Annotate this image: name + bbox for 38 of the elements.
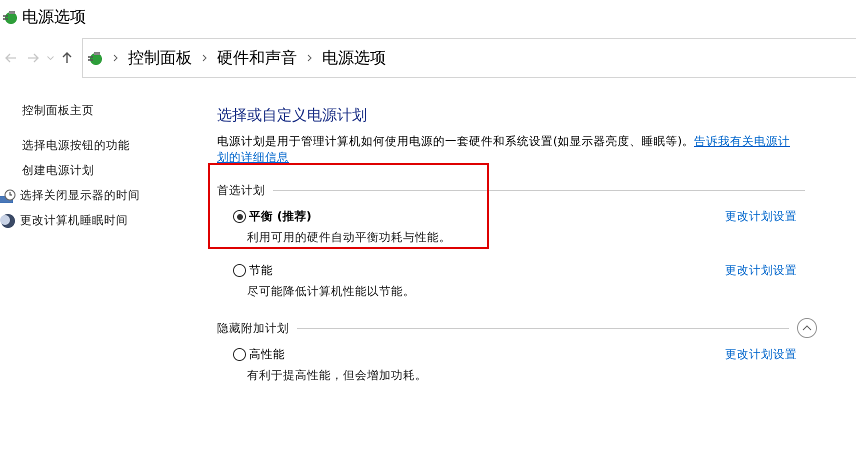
- chevron-icon: [202, 54, 207, 62]
- description-text: 电源计划是用于管理计算机如何使用电源的一套硬件和系统设置(如显示器亮度、睡眠等)。告诉我有关电源计 划的详细信息: [217, 133, 791, 165]
- breadcrumb-item[interactable]: 控制面板: [128, 48, 192, 68]
- plan-option[interactable]: 平衡 (推荐): [233, 209, 312, 224]
- radio-button[interactable]: [233, 348, 246, 361]
- sidebar-link[interactable]: 创建电源计划: [0, 158, 208, 183]
- breadcrumb-item[interactable]: 电源选项: [322, 48, 386, 68]
- chevron-icon: [307, 54, 312, 62]
- sidebar-link[interactable]: 选择电源按钮的功能: [0, 133, 208, 158]
- change-settings-link[interactable]: 更改计划设置: [725, 209, 797, 224]
- power-plug-icon: [2, 9, 18, 25]
- plan-description: 尽可能降低计算机性能以节能。: [246, 284, 416, 299]
- window-title: 电源选项: [22, 6, 86, 28]
- sidebar-link[interactable]: 选择关闭显示器的时间: [0, 183, 208, 208]
- plan-description: 有利于提高性能，但会增加功耗。: [246, 368, 428, 383]
- learn-more-link[interactable]: 划的详细信息: [217, 150, 289, 164]
- sidebar-link[interactable]: 更改计算机睡眠时间: [0, 208, 208, 233]
- plan-option[interactable]: 节能: [233, 263, 273, 278]
- chevron-icon: [113, 54, 118, 62]
- collapse-button[interactable]: [797, 318, 817, 338]
- power-plug-icon: [87, 50, 103, 66]
- breadcrumb-item[interactable]: 硬件和声音: [217, 48, 297, 68]
- learn-more-link[interactable]: 告诉我有关电源计: [694, 134, 790, 148]
- section-title: 首选计划: [217, 182, 265, 198]
- change-settings-link[interactable]: 更改计划设置: [725, 347, 797, 362]
- moon-icon: [0, 212, 16, 228]
- clock-monitor-icon: [0, 188, 16, 204]
- radio-button[interactable]: [233, 210, 246, 223]
- page-heading: 选择或自定义电源计划: [217, 105, 368, 125]
- plan-description: 利用可用的硬件自动平衡功耗与性能。: [246, 230, 452, 245]
- section-title: 隐藏附加计划: [217, 320, 289, 336]
- address-bar[interactable]: 控制面板 硬件和声音 电源选项: [82, 38, 856, 78]
- chevron-up-icon: [802, 325, 812, 331]
- up-arrow-icon[interactable]: [62, 52, 72, 64]
- sidebar-link[interactable]: 控制面板主页: [0, 98, 208, 123]
- radio-button[interactable]: [233, 264, 246, 277]
- plan-option[interactable]: 高性能: [233, 347, 285, 362]
- change-settings-link[interactable]: 更改计划设置: [725, 263, 797, 278]
